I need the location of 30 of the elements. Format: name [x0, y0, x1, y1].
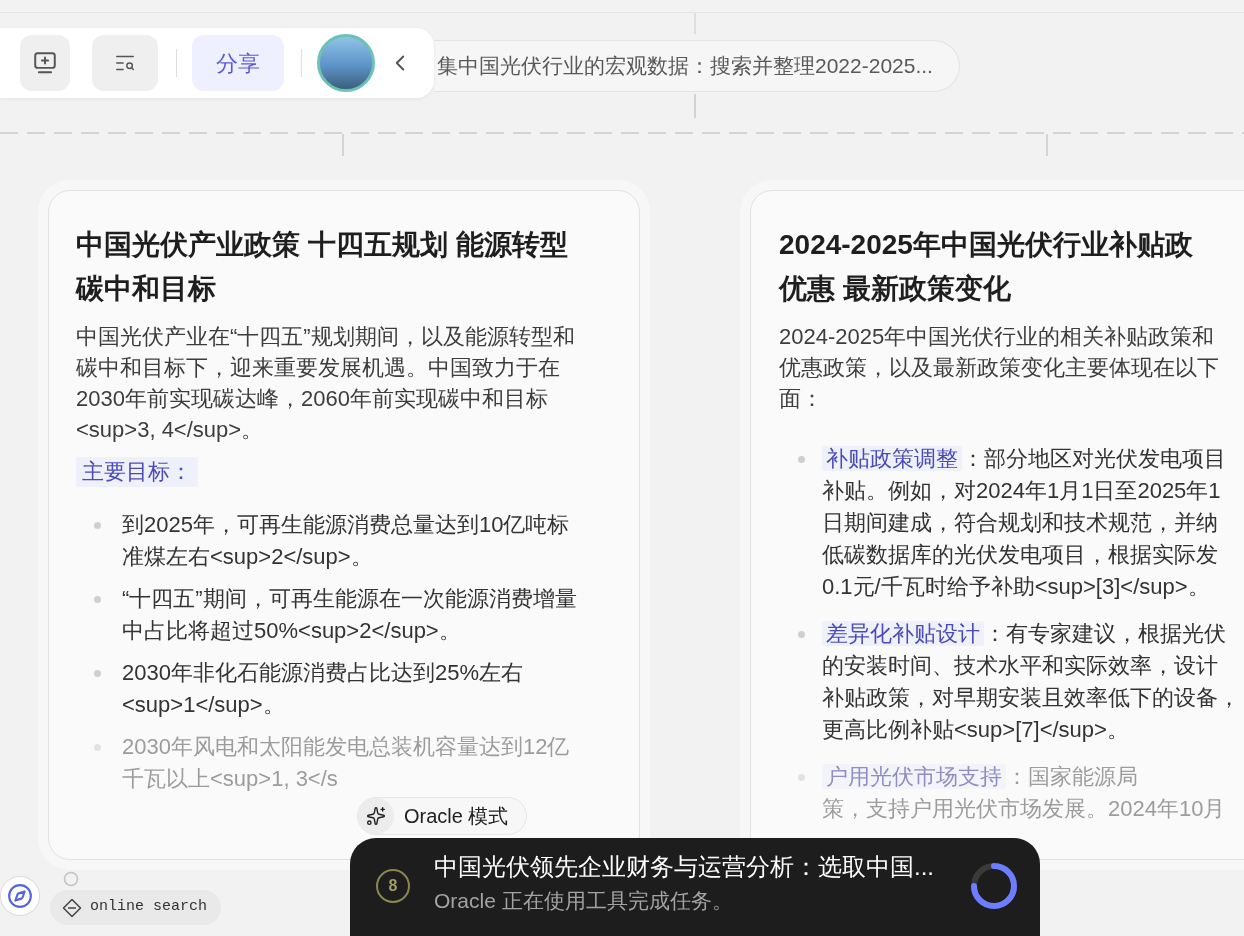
share-button[interactable]: 分享: [192, 35, 284, 91]
section-label: 主要目标：: [76, 457, 198, 487]
oracle-mode-chip[interactable]: Oracle 模式: [357, 797, 528, 835]
compass-icon: [7, 883, 33, 909]
bullet-text: 2030年风电和太阳能发电总装机容量达到12亿千瓦以上<sup>1, 3</s: [122, 733, 571, 793]
search-list-button[interactable]: [92, 35, 158, 91]
card-title: 中国光伏产业政策 十四五规划 能源转型碳中和目标: [76, 228, 569, 306]
connector-line: [694, 93, 696, 119]
circle-outline-icon: [63, 871, 79, 887]
card-description: 中国光伏产业在“十四五”规划期间，以及能源转型和碳中和目标下，迎来重要发展机遇。中国致力于在2030年前实现碳达峰，2060年前实现碳中和目标<sup>3, 4</sup>。: [76, 323, 576, 444]
avatar-photo-placeholder[interactable]: [317, 34, 375, 92]
sparkles-icon: [358, 798, 394, 834]
compass-button[interactable]: [0, 876, 40, 916]
add-button[interactable]: [20, 35, 70, 91]
tag-label: online search: [90, 897, 208, 918]
plus-box-icon: [34, 52, 56, 74]
diamond-icon: [62, 897, 82, 918]
step-number-badge: 8: [376, 869, 410, 903]
task-title-pill[interactable]: 集中国光伏行业的宏观数据：搜索并整理2022-2025...: [434, 40, 960, 92]
task-status: Oracle 正在使用工具完成任务。: [434, 888, 734, 914]
bullet-text: 到2025年，可再生能源消费总量达到10亿吨标准煤左右<sup>2</sup>。: [122, 511, 571, 571]
loading-spinner-icon: [970, 862, 1018, 910]
card-title: 2024-2025年中国光伏行业补贴政 优惠 最新政策变化: [779, 228, 1193, 306]
bullet-text: “十四五”期间，可再生能源在一次能源消费增量中占比将超过50%<sup>2</sup>。: [122, 585, 578, 645]
bullet-text: 户用光伏市场支持 ：国家能源局 策，支持户用光伏市场发展。2024年10月: [822, 763, 1226, 823]
bullet-text: 补贴政策调整 ：部分地区对光伏发电项目 补贴。例如，对2024年1月1日至2025年1 日期间建成，符合规划和技术规范，并纳 低碳数据库的光伏发电项目，根据实际发 0.1元/千瓦时给予补助<sup>[3]</sup>。: [822, 445, 1226, 601]
card-description: 2024-2025年中国光伏行业的相关补贴政策和 优惠政策，以及最新政策变化主要体现在以下 面：: [779, 323, 1219, 413]
bullet-text: 差异化补贴设计 ：有专家建议，根据光伏 的安装时间、技术水平和实际效率，设计 补贴政策，对早期安装且效率低下的设备， 更高比例补贴<sup>[7]</sup>。: [822, 620, 1240, 744]
bullet-text: 2030年非化石能源消费占比达到25%左右<sup>1</sup>。: [122, 659, 524, 719]
task-title: 中国光伏领先企业财务与运营分析：选取中国...: [434, 852, 934, 882]
